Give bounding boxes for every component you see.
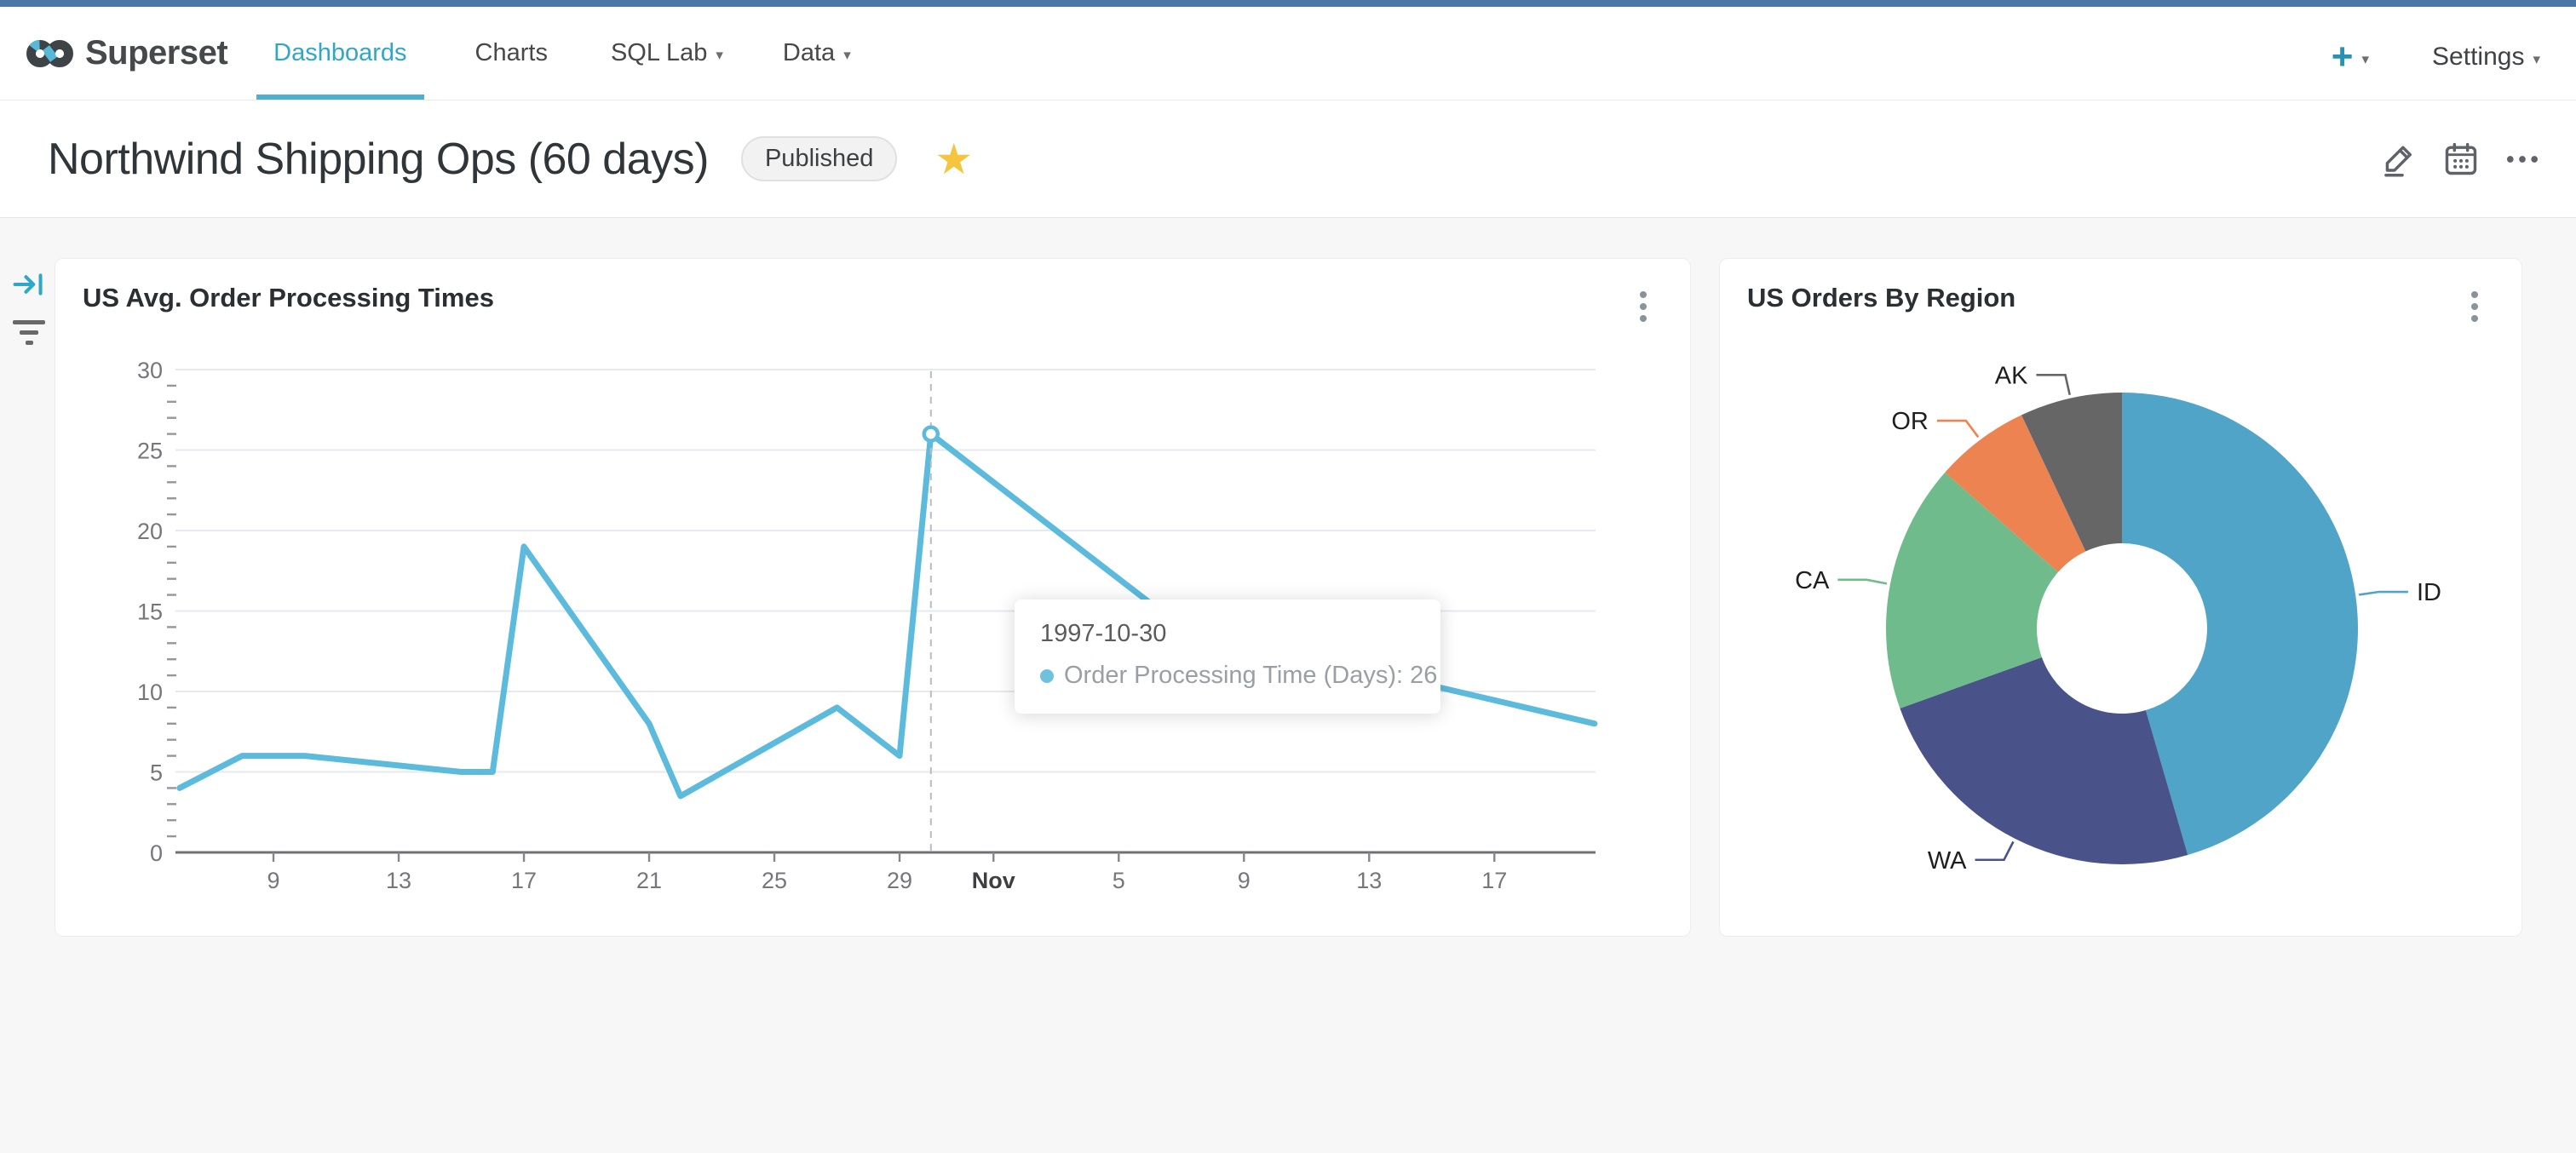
svg-text:10: 10 [137, 680, 163, 705]
filter-count-button[interactable] [10, 315, 48, 349]
plus-icon: + [2331, 36, 2354, 77]
chart-card-orders-by-region: US Orders By Region ID WA CA OR AK [1719, 258, 2522, 937]
svg-text:17: 17 [511, 868, 537, 893]
svg-text:ID: ID [2417, 579, 2441, 606]
top-nav: Superset Dashboards Charts SQL Lab ▾ Dat… [0, 7, 2576, 100]
superset-logo[interactable]: Superset [26, 7, 228, 100]
published-badge[interactable]: Published [740, 136, 898, 181]
schedule-button[interactable] [2441, 140, 2481, 179]
filter-icon [13, 320, 45, 324]
tooltip-date: 1997-10-30 [1040, 620, 1167, 647]
svg-text:20: 20 [137, 519, 163, 544]
settings-menu-button[interactable]: Settings ▾ [2432, 43, 2540, 72]
chart-card-processing-times: US Avg. Order Processing Times 0 5 10 15 20 2… [55, 258, 1691, 937]
chevron-down-icon: ▾ [843, 46, 851, 63]
more-options-button[interactable] [2503, 140, 2542, 179]
dashboard-title: Northwind Shipping Ops (60 days) [48, 134, 709, 184]
nav-right-group: + ▾ Settings ▾ [2332, 14, 2540, 100]
calendar-icon [2445, 142, 2477, 175]
superset-infinity-icon [26, 39, 73, 67]
header-actions [2380, 140, 2542, 179]
svg-text:AK: AK [1995, 362, 2028, 389]
svg-text:Nov: Nov [972, 868, 1015, 893]
svg-text:25: 25 [762, 868, 787, 893]
svg-text:CA: CA [1795, 567, 1830, 594]
dashboard-header: Northwind Shipping Ops (60 days) Publish… [0, 100, 2576, 218]
svg-text:15: 15 [137, 599, 163, 625]
active-tab-indicator [256, 95, 424, 100]
svg-text:21: 21 [636, 868, 662, 893]
new-item-menu-button[interactable]: + ▾ [2332, 38, 2369, 76]
favorite-star-icon[interactable]: ★ [934, 138, 973, 181]
chevron-down-icon: ▾ [2361, 51, 2370, 67]
svg-text:9: 9 [267, 868, 280, 893]
nav-item-charts[interactable]: Charts [458, 7, 565, 100]
svg-text:OR: OR [1891, 408, 1929, 435]
svg-text:13: 13 [386, 868, 411, 893]
svg-text:0: 0 [150, 840, 163, 866]
expand-filter-bar-button[interactable] [12, 267, 46, 301]
ellipsis-icon [2506, 155, 2539, 163]
svg-text:WA: WA [1928, 847, 1967, 875]
tooltip-series-value: Order Processing Time (Days): 26 [1064, 662, 1438, 689]
svg-text:17: 17 [1481, 868, 1507, 893]
nav-item-data[interactable]: Data ▾ [766, 7, 868, 100]
chevron-down-icon: ▾ [2533, 51, 2540, 67]
nav-item-sql-lab[interactable]: SQL Lab ▾ [594, 7, 740, 100]
svg-text:29: 29 [887, 868, 912, 893]
nav-item-dashboards[interactable]: Dashboards [256, 7, 424, 100]
edit-dashboard-button[interactable] [2380, 140, 2419, 179]
expand-right-icon [13, 273, 43, 295]
svg-text:13: 13 [1356, 868, 1382, 893]
pencil-icon [2384, 145, 2412, 177]
svg-text:5: 5 [1113, 868, 1125, 893]
dashboard-body: US Avg. Order Processing Times 0 5 10 15 20 2… [0, 218, 2576, 1153]
window-top-strip [0, 0, 2576, 7]
series-dot-icon [1040, 668, 1054, 683]
svg-text:5: 5 [150, 760, 163, 786]
chart-tooltip: 1997-10-30 Order Processing Time (Days):… [1015, 599, 1440, 714]
svg-text:30: 30 [137, 358, 163, 383]
chevron-down-icon: ▾ [716, 46, 723, 63]
svg-text:25: 25 [137, 439, 163, 464]
brand-name: Superset [85, 34, 228, 72]
donut-chart[interactable]: ID WA CA OR AK [1720, 259, 2523, 938]
svg-text:9: 9 [1238, 868, 1251, 893]
line-chart[interactable]: 0 5 10 15 20 25 30 9 13 17 21 25 29 Nov 5 9 13 17 [55, 259, 1692, 938]
